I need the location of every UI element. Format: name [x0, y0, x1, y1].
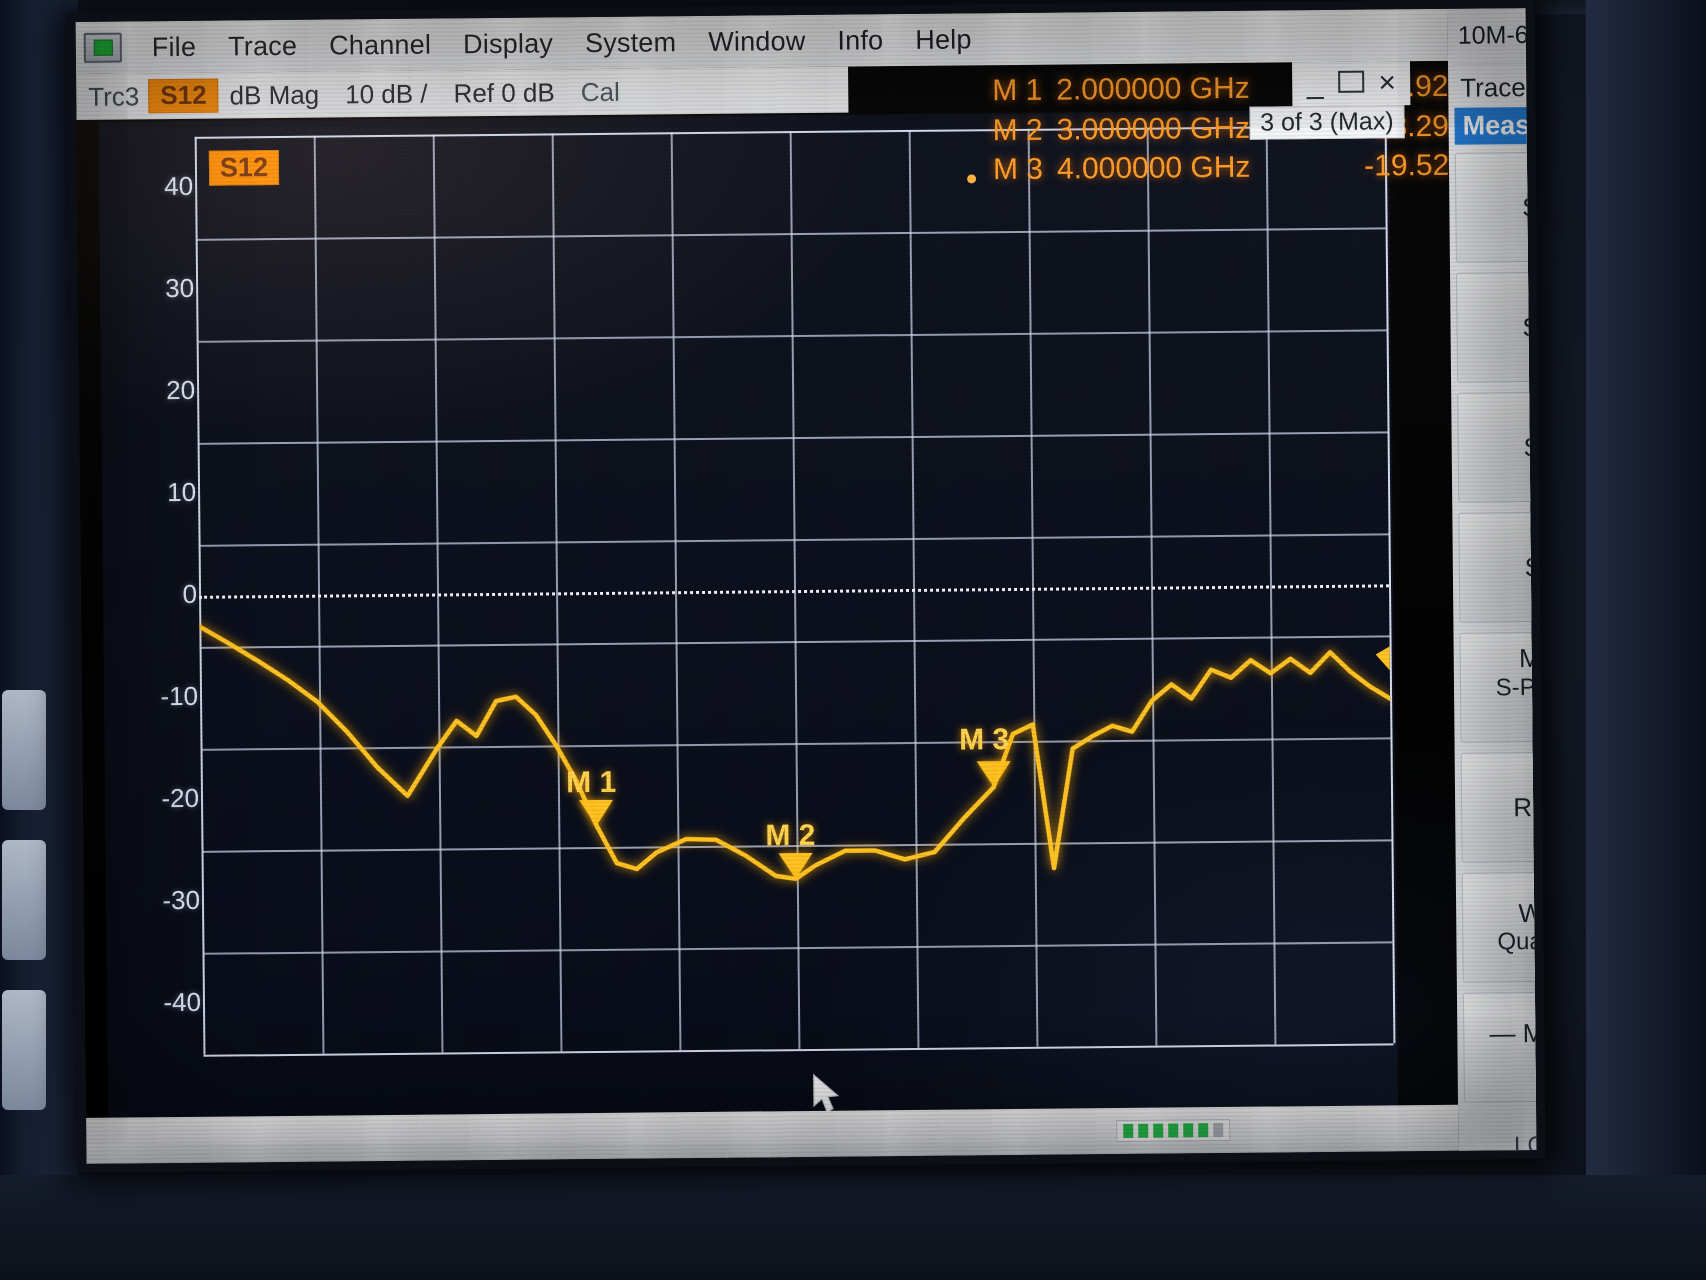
reference-marker-arrow — [1375, 646, 1390, 671]
softkey-group-label: Trace — [1460, 72, 1526, 103]
bezel-right — [1586, 0, 1706, 1280]
softkey-ratios[interactable]: Ratios▶ — [1460, 751, 1546, 863]
s-parameter-badge[interactable]: S12 — [148, 78, 219, 114]
menu-bar: File Trace Channel Display System Window… — [75, 8, 1448, 74]
softkey-label: S22 — [1524, 551, 1546, 582]
marker-label[interactable]: M 1 — [566, 766, 616, 800]
menu-item-window[interactable]: Window — [692, 25, 822, 57]
softkey-s11[interactable]: S11 — [1454, 151, 1546, 263]
bezel-bottom — [0, 1175, 1706, 1280]
trace-reference[interactable]: Ref 0 dB — [453, 77, 554, 109]
softkey-label: S12 — [1523, 431, 1546, 462]
channel-label[interactable]: Ch1 — [136, 1168, 203, 1174]
y-axis-label: -10 — [66, 681, 198, 713]
softkey-wave[interactable]: WaveQuantities▶ — [1461, 871, 1546, 983]
marker-readout-table[interactable]: M 1 2.000000 GHz -22.927 dB M 2 3.000000 GHz… — [967, 66, 1511, 190]
start-frequency[interactable]: Start 10 MHz — [227, 1165, 385, 1173]
marker-readout-row[interactable]: M 2 3.000000 GHz -28.293 dB — [970, 106, 1510, 151]
marker-name: M 3 — [992, 152, 1044, 187]
y-axis-label: 20 — [66, 375, 195, 407]
y-axis-label: -30 — [66, 885, 200, 917]
softkey-s12[interactable]: S12 — [1457, 391, 1546, 503]
softkey-more[interactable]: More S-Params... — [1459, 631, 1546, 743]
photograph-of-instrument-screen: File Trace Channel Display System Window… — [0, 0, 1706, 1280]
softkey-button-list: S11S21S12S22MoreS-Params...Ratios▶WaveQu… — [1454, 151, 1546, 1103]
menu-item-trace[interactable]: Trace — [212, 30, 313, 62]
menu-item-file[interactable]: File — [136, 31, 213, 63]
bezel-left — [0, 0, 78, 1280]
softkey-label: S21 — [1522, 311, 1546, 342]
menu-item-display[interactable]: Display — [447, 28, 569, 60]
y-axis-label: -40 — [66, 987, 201, 1019]
softkey-sublabel: S-Params — [1495, 673, 1546, 702]
marker-frequency: 4.000000 GHz — [1056, 150, 1251, 186]
y-axis-label: 30 — [66, 273, 194, 305]
active-marker-dot-icon — [967, 174, 977, 184]
close-button[interactable]: × — [1370, 63, 1404, 103]
softkey-sublabel: Quantities — [1497, 927, 1546, 956]
y-axis-label: 40 — [66, 171, 193, 203]
softkey-s21[interactable]: S21 — [1456, 271, 1546, 383]
softkey-label: Wave — [1518, 897, 1546, 928]
trace-settings-bar: Trc3 S12 dB Mag 10 dB / Ref 0 dB Cal — [76, 66, 849, 120]
softkey-label: — More — — [1489, 1017, 1546, 1048]
menu-item-help[interactable]: Help — [899, 24, 988, 56]
marker-name: M 1 — [992, 73, 1043, 108]
marker-frequency: 2.000000 GHz — [1056, 71, 1250, 107]
softkey-label: S11 — [1522, 191, 1546, 222]
softkey-label: More — [1518, 642, 1546, 674]
instrument-icon[interactable] — [83, 32, 122, 63]
y-axis-label: -20 — [66, 783, 199, 815]
measurement-diagram[interactable]: S12 403020100-10-20-30-40 M 1M 2M 3 Ch1 … — [66, 109, 1418, 1174]
instrument-display: File Trace Channel Display System Window… — [66, 0, 1546, 1174]
marker-label[interactable]: M 3 — [959, 723, 1009, 757]
y-axis-label: 10 — [66, 477, 196, 509]
trace-name[interactable]: Trc3 — [88, 81, 148, 113]
trace-format[interactable]: dB Mag — [229, 79, 319, 111]
softkey-header: 10M-6G * R&S — [1453, 7, 1546, 65]
marker-name: M 2 — [992, 113, 1043, 147]
marker-label[interactable]: M 2 — [765, 819, 815, 853]
sweep-count-label: 3 of 3 (Max) — [1249, 105, 1405, 140]
window-controls: _ × — [1291, 61, 1411, 107]
trace-plot — [197, 624, 1393, 882]
menu-item-channel[interactable]: Channel — [313, 29, 447, 61]
restore-button[interactable] — [1334, 64, 1368, 104]
diagram-trace-badge[interactable]: S12 — [208, 150, 280, 186]
softkey-panel: 10M-6G * R&S Trace Measure S11 S21 S12 S22 M… — [1447, 6, 1546, 1169]
marker-readout-row[interactable]: M 3 4.000000 GHz -19.525 dB — [967, 145, 1511, 190]
softkey-sublabel: 1/3 — [1535, 1047, 1546, 1076]
trace-scale[interactable]: 10 dB / — [345, 78, 428, 110]
status-led-strip — [1116, 1118, 1231, 1143]
setup-name-label: 10M-6G * — [1457, 20, 1546, 50]
menu-item-info[interactable]: Info — [821, 25, 899, 57]
softkey-more[interactable]: — More —1/3 — [1462, 991, 1546, 1103]
softkey-label: Ratios — [1513, 791, 1546, 822]
local-mode-label: LOCAL — [1513, 1131, 1546, 1160]
menu-item-system[interactable]: System — [569, 27, 693, 59]
y-axis-label: 0 — [66, 579, 197, 611]
softkey-active-item[interactable]: Measure — [1454, 106, 1546, 145]
marker-readout-row[interactable]: M 1 2.000000 GHz -22.927 dB — [970, 66, 1510, 111]
softkey-s22[interactable]: S22 — [1458, 511, 1546, 623]
softkey-ellipsis: ... — [1539, 702, 1546, 730]
cal-status[interactable]: Cal — [581, 76, 620, 107]
minimize-button[interactable]: _ — [1298, 64, 1332, 104]
